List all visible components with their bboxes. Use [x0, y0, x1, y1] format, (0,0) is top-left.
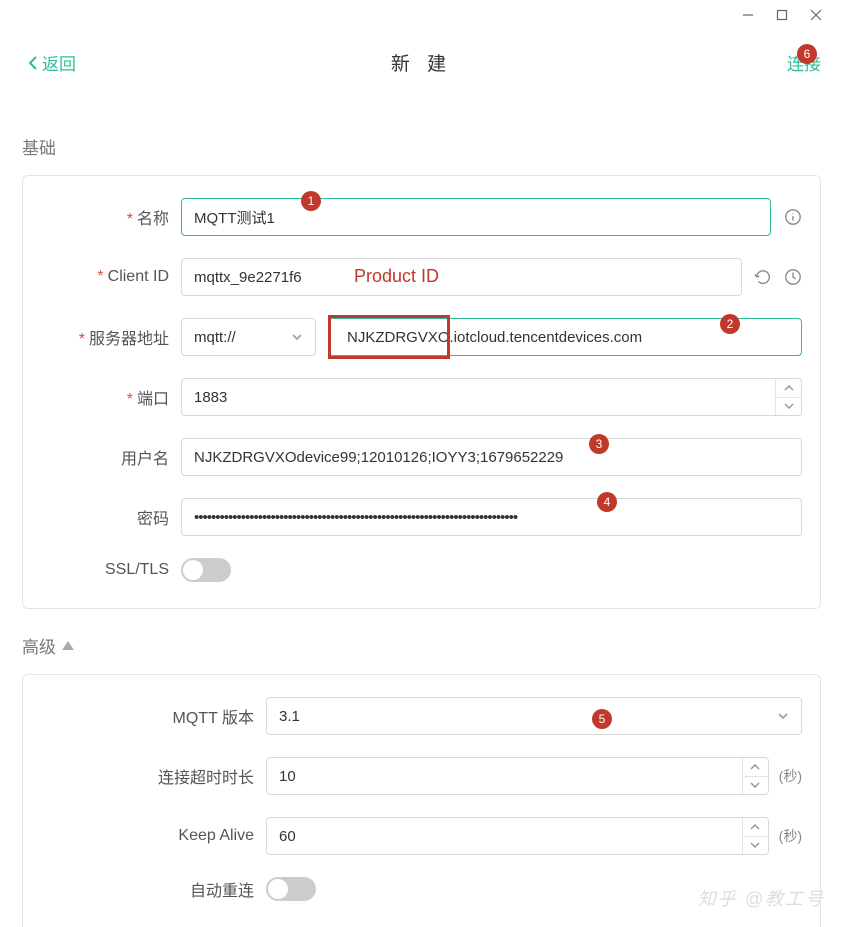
- password-input[interactable]: [181, 498, 802, 536]
- info-icon[interactable]: [783, 207, 802, 227]
- label-ssl: SSL/TLS: [41, 561, 181, 579]
- badge-3: 3: [589, 434, 609, 454]
- port-down[interactable]: [776, 398, 801, 416]
- keepalive-up[interactable]: [743, 818, 768, 837]
- keepalive-down[interactable]: [743, 837, 768, 855]
- conntimeout-input[interactable]: [266, 757, 769, 795]
- section-advanced-title[interactable]: 高级: [22, 633, 821, 658]
- badge-2: 2: [720, 314, 740, 334]
- badge-4: 4: [597, 492, 617, 512]
- label-password: 密码: [41, 505, 181, 529]
- timeout-unit: (秒): [779, 766, 802, 786]
- back-button[interactable]: 返回: [28, 50, 76, 75]
- label-autoreconnect: 自动重连: [41, 877, 266, 901]
- chevron-up-icon: [62, 641, 74, 650]
- scheme-select[interactable]: mqtt://: [181, 318, 316, 356]
- keepalive-unit: (秒): [779, 826, 802, 846]
- port-up[interactable]: [776, 379, 801, 398]
- label-conntimeout: 连接超时时长: [41, 764, 266, 788]
- port-input[interactable]: [181, 378, 802, 416]
- autoreconnect-toggle[interactable]: [266, 877, 316, 901]
- mqttversion-select[interactable]: 3.1: [266, 697, 802, 735]
- label-port: *端口: [41, 385, 181, 409]
- connect-button[interactable]: 连接 6: [787, 50, 821, 75]
- section-basic-title: 基础: [22, 134, 821, 159]
- label-keepalive: Keep Alive: [41, 827, 266, 845]
- label-server: *服务器地址: [41, 325, 181, 349]
- back-label: 返回: [42, 50, 76, 75]
- clock-icon[interactable]: [784, 267, 802, 287]
- timeout-down[interactable]: [743, 777, 768, 795]
- badge-5: 5: [592, 709, 612, 729]
- clientid-input[interactable]: [181, 258, 742, 296]
- username-input[interactable]: [181, 438, 802, 476]
- keepalive-input[interactable]: [266, 817, 769, 855]
- window-minimize[interactable]: [741, 8, 755, 22]
- ssl-toggle[interactable]: [181, 558, 231, 582]
- window-maximize[interactable]: [775, 8, 789, 22]
- productid-label: Product ID: [354, 266, 439, 287]
- window-close[interactable]: [809, 8, 823, 22]
- badge-1: 1: [301, 191, 321, 211]
- basic-panel: *名称 1 *Client ID *服务器地址: [22, 175, 821, 609]
- timeout-up[interactable]: [743, 758, 768, 777]
- label-clientid: *Client ID: [41, 268, 181, 286]
- label-username: 用户名: [41, 445, 181, 469]
- page-title: 新 建: [391, 49, 452, 76]
- advanced-panel: MQTT 版本 3.1 5 连接超时时长 (秒): [22, 674, 821, 927]
- refresh-icon[interactable]: [754, 267, 772, 287]
- label-mqttversion: MQTT 版本: [41, 704, 266, 728]
- badge-6: 6: [797, 44, 817, 64]
- name-input[interactable]: [181, 198, 771, 236]
- label-name: *名称: [41, 205, 181, 229]
